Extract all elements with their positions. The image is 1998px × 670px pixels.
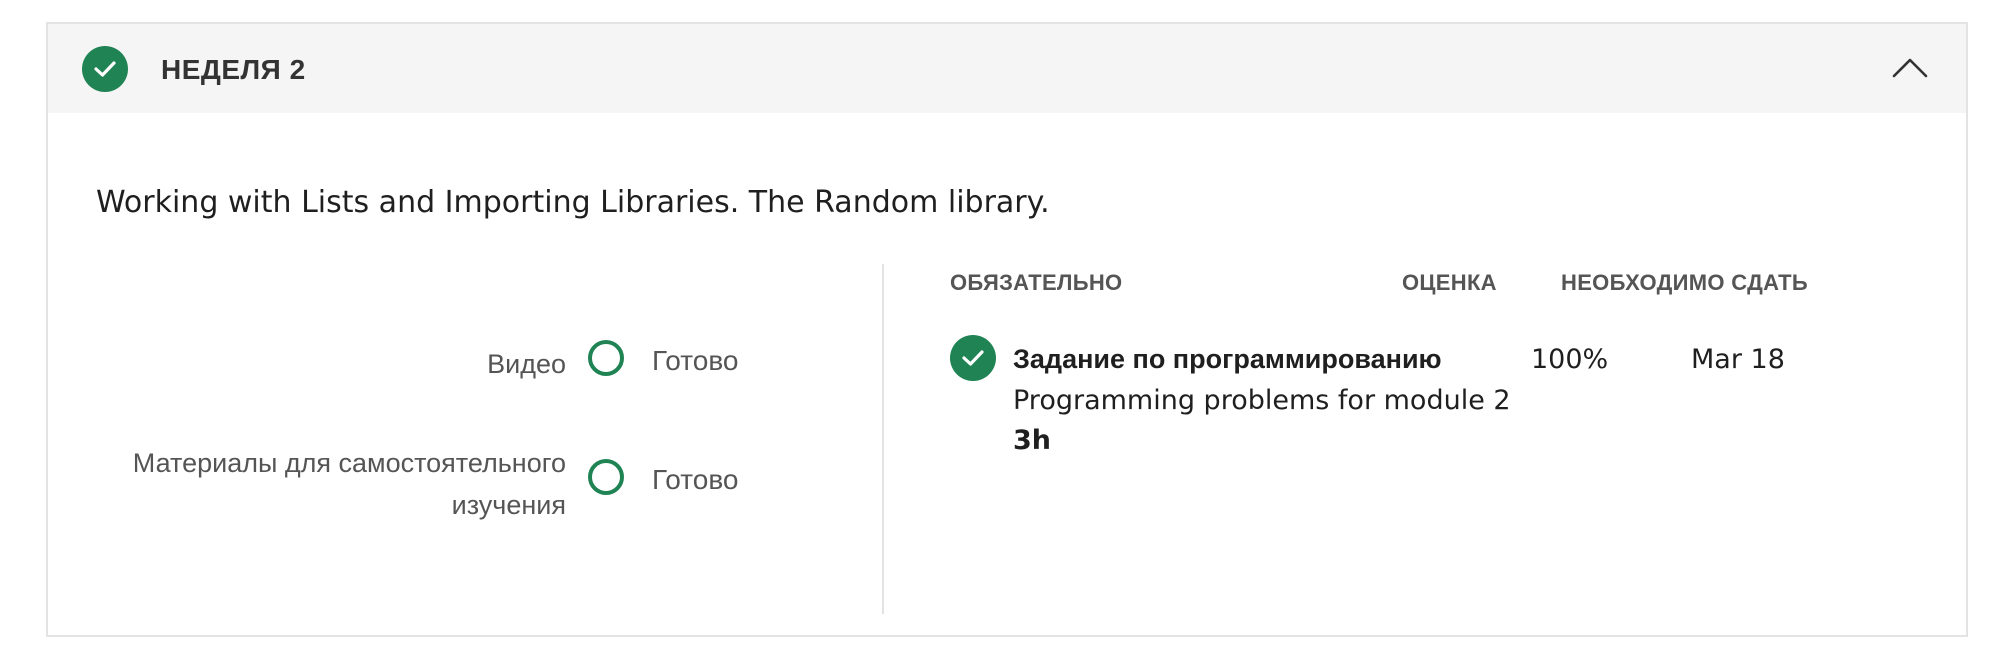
column-divider [882, 264, 884, 614]
week-card: НЕДЕЛЯ 2 Working with Lists and Importin… [46, 22, 1968, 637]
week-description: Working with Lists and Importing Librari… [96, 185, 1050, 220]
chevron-up-icon[interactable] [1890, 52, 1930, 82]
progress-label-video: Видео [487, 349, 566, 379]
assignment-link[interactable]: Задание по программированию [1013, 344, 1442, 375]
week-header[interactable]: НЕДЕЛЯ 2 [48, 24, 1966, 113]
progress-label-reading: Материалы для самостоятельного изучения [133, 442, 566, 526]
column-header-required: ОБЯЗАТЕЛЬНО [950, 270, 1123, 295]
check-circle-icon [950, 335, 996, 381]
check-circle-icon [82, 46, 128, 92]
progress-ring-icon [588, 340, 624, 376]
progress-status-reading: Готово [652, 464, 739, 495]
progress-label-reading-line2: изучения [451, 490, 566, 520]
week-title: НЕДЕЛЯ 2 [161, 54, 306, 85]
progress-ring-icon [588, 459, 624, 495]
progress-status-video: Готово [652, 345, 739, 376]
assignment-grade: 100% [1531, 344, 1609, 375]
column-header-grade: ОЦЕНКА [1402, 270, 1497, 295]
assignment-due-date: Mar 18 [1691, 344, 1785, 375]
column-header-due: НЕОБХОДИМО СДАТЬ [1561, 270, 1809, 295]
progress-label-reading-line1: Материалы для самостоятельного [132, 448, 566, 478]
assignment-duration: 3h [1013, 425, 1052, 456]
assignment-subtitle: Programming problems for module 2 [1013, 385, 1511, 416]
